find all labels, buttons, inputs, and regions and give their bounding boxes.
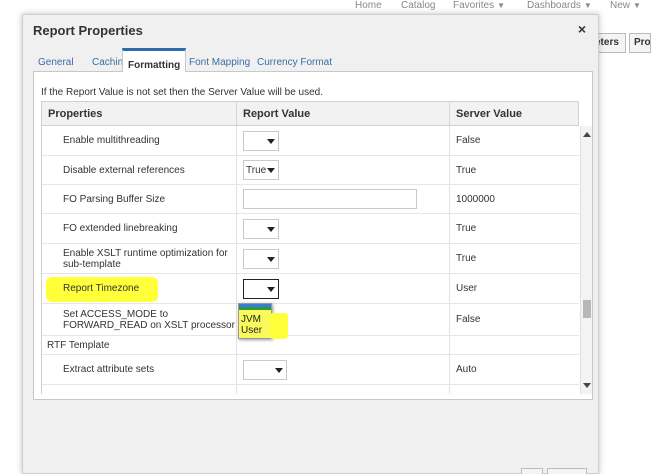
properties-table-body: Enable multithreading False Disable exte… [41,126,579,394]
report-value-select[interactable] [243,218,279,239]
column-header-server-value: Server Value [456,108,523,120]
column-header-properties: Properties [42,102,237,126]
server-value: True [456,253,477,264]
property-label: Extract attribute sets [42,355,237,384]
nav-home[interactable]: Home [355,0,382,11]
server-value: True [456,164,477,176]
report-value-select[interactable]: True [243,160,279,180]
dropdown-arrow-icon [267,226,275,232]
report-value-cell: True [237,156,450,184]
dropdown-arrow-icon [267,138,275,144]
properties-table-header: Properties Report Value Server Value [41,101,579,126]
properties-button[interactable]: Prop [629,33,651,53]
report-value-cell [237,214,450,243]
property-label: Disable external references [42,156,237,184]
dropdown-separator [239,307,271,310]
server-value [450,336,579,354]
server-value: False [456,135,481,146]
formatting-panel: If the Report Value is not set then the … [33,72,593,400]
nav-favorites[interactable]: Favorites ▼ [453,0,505,11]
footer-button[interactable] [547,468,587,474]
report-value-select[interactable] [243,130,279,151]
table-row: FO Parsing Buffer Size 1000000 [42,185,579,214]
tab-general[interactable]: General [33,52,79,72]
dropdown-option-user[interactable]: User [241,325,262,336]
dropdown-arrow-icon [267,256,275,262]
tab-currency-format[interactable]: Currency Format [252,52,337,72]
nav-dashboards[interactable]: Dashboards ▼ [527,0,592,11]
table-row: Enable multithreading False [42,126,579,156]
server-value: User [456,283,478,294]
scroll-down-icon[interactable] [583,383,591,388]
select-value: True [246,164,267,176]
info-text: If the Report Value is not set then the … [41,87,324,98]
timezone-dropdown-list: JVM User [238,303,272,339]
report-value-cell [237,185,450,213]
dropdown-option-jvm[interactable]: JVM [241,314,261,325]
dialog-title: Report Properties [33,23,143,38]
table-row: Set ACCESS_MODE to FORWARD_READ on XSLT … [42,304,579,336]
server-value: True [456,223,477,234]
dropdown-arrow-icon [267,286,275,292]
tab-font-mapping[interactable]: Font Mapping [184,52,255,72]
section-header-rtf-template: RTF Template [42,336,237,354]
highlight-marker [270,313,288,339]
report-value-cell [237,355,450,384]
report-value-cell [237,126,450,155]
report-value-select[interactable] [243,359,287,380]
scroll-up-icon[interactable] [583,132,591,137]
nav-favorites-label: Favorites [453,0,495,11]
table-row: RTF Template [42,336,579,355]
vertical-scrollbar[interactable] [580,126,592,394]
server-value: False [456,314,481,325]
nav-dashboards-label: Dashboards [527,0,581,11]
report-properties-dialog: Report Properties × General Caching Form… [22,14,599,474]
tab-bar: General Caching Formatting Font Mapping … [33,48,593,73]
report-value-cell [237,385,450,394]
property-label: Enable multithreading [42,126,237,155]
chevron-down-icon: ▼ [583,1,592,10]
report-timezone-select[interactable] [243,278,279,299]
server-value: Auto [456,364,477,375]
close-icon[interactable]: × [578,21,586,37]
tab-formatting[interactable]: Formatting [122,48,187,73]
chevron-down-icon: ▼ [497,1,506,10]
table-row: FO extended linebreaking True [42,214,579,244]
property-label: Report Timezone [42,274,237,303]
column-header-report-value: Report Value [237,102,450,126]
property-label: Set ACCESS_MODE to FORWARD_READ on XSLT … [42,304,237,335]
scroll-thumb[interactable] [583,300,591,318]
nav-new[interactable]: New ▼ [610,0,641,11]
dropdown-arrow-icon [275,367,283,373]
table-row [42,385,579,394]
report-value-cell [237,274,450,303]
property-label: Enable XSLT runtime optimization for sub… [42,244,237,273]
nav-new-label: New [610,0,631,11]
table-row: Enable XSLT runtime optimization for sub… [42,244,579,274]
table-row: Report Timezone User [42,274,579,304]
chevron-down-icon: ▼ [633,1,641,10]
property-label: FO extended linebreaking [42,214,237,243]
nav-catalog[interactable]: Catalog [401,0,435,11]
fo-buffer-size-input[interactable] [243,189,417,209]
report-value-cell [237,244,450,273]
footer-button[interactable] [521,468,543,474]
table-row: Disable external references True True [42,156,579,185]
report-value-select[interactable] [243,248,279,269]
property-label: FO Parsing Buffer Size [42,185,237,213]
dropdown-arrow-icon [267,168,275,173]
server-value: 1000000 [456,193,495,205]
property-label [42,385,237,394]
table-row: Extract attribute sets Auto [42,355,579,385]
